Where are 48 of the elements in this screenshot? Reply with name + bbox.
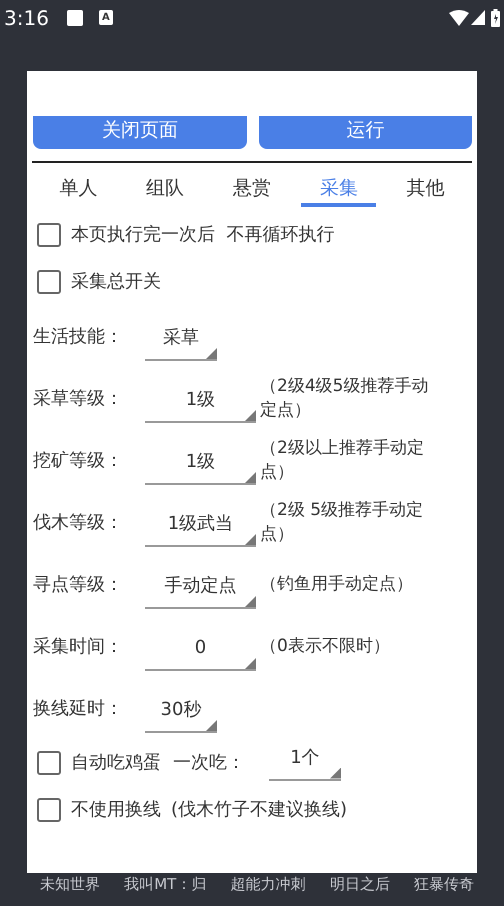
notification-icon: A xyxy=(98,10,113,25)
hint-text: （2级 5级推荐手动定点） xyxy=(260,499,424,546)
action-button[interactable]: 运行 xyxy=(258,116,472,149)
action-button[interactable]: 关闭页面 xyxy=(33,116,246,149)
tab[interactable]: 单人 xyxy=(41,173,116,207)
dropdown[interactable]: 0 xyxy=(145,629,256,671)
field-label: 生活技能： xyxy=(33,324,124,348)
status-time: 3:16 xyxy=(4,4,49,32)
checkbox[interactable] xyxy=(37,798,61,822)
hint-text: （0表示不限时） xyxy=(260,635,391,658)
field-label: 伐木等级： xyxy=(33,510,124,534)
app-label[interactable]: 我叫MT：归 xyxy=(124,873,206,896)
app-label[interactable]: 狂暴传奇 xyxy=(414,873,474,896)
checkbox[interactable] xyxy=(37,750,61,774)
app-label[interactable]: 明日之后 xyxy=(330,873,390,896)
checkbox-label: 采集总开关 xyxy=(71,270,161,294)
tab[interactable]: 组队 xyxy=(128,173,203,207)
hint-text: （钓鱼用手动定点） xyxy=(260,573,414,596)
dropdown[interactable]: 1级 xyxy=(145,443,256,485)
checkbox[interactable] xyxy=(37,270,61,294)
checkbox-label: 不使用换线 xyxy=(71,798,161,822)
wifi-icon xyxy=(449,10,469,26)
dropdown[interactable]: 30秒 xyxy=(145,691,217,733)
field-label: 采集时间： xyxy=(33,634,124,658)
checkbox-label: 自动吃鸡蛋 xyxy=(71,751,161,775)
dropdown[interactable]: 采草 xyxy=(145,319,217,361)
dropdown[interactable]: 1个 xyxy=(269,738,341,780)
field-label: 寻点等级： xyxy=(33,572,124,596)
dropdown[interactable]: 手动定点 xyxy=(145,567,256,609)
field-label: 挖矿等级： xyxy=(33,448,124,472)
hint-text: （2级4级5级推荐手动定点） xyxy=(260,375,430,422)
hint-text: (伐木竹子不建议换线) xyxy=(171,798,348,822)
square-icon xyxy=(66,10,83,26)
battery-icon xyxy=(491,8,500,26)
checkbox[interactable] xyxy=(37,222,61,246)
dropdown[interactable]: 1级 xyxy=(145,381,256,423)
app-label[interactable]: 未知世界 xyxy=(40,873,100,896)
checkbox-label: 本页执行完一次后 不再循环执行 xyxy=(71,223,334,247)
tab[interactable]: 采集 xyxy=(301,173,376,207)
tab[interactable]: 其他 xyxy=(388,173,463,207)
hint-text: （2级以上推荐手动定点） xyxy=(260,437,425,484)
app-label[interactable]: 超能力冲刺 xyxy=(230,873,306,896)
field-label: 采草等级： xyxy=(33,386,124,410)
signal-icon xyxy=(471,10,485,25)
dropdown[interactable]: 1级武当 xyxy=(145,505,256,547)
field-label: 一次吃： xyxy=(173,751,245,775)
field-label: 换线延时： xyxy=(33,696,124,720)
tab[interactable]: 悬赏 xyxy=(214,173,290,207)
